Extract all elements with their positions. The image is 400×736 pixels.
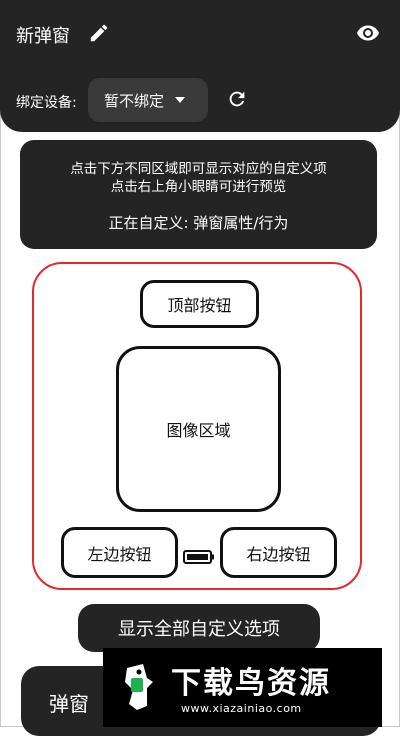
bottom-section-title: 弹窗 [49, 692, 89, 716]
image-region[interactable]: 图像区域 [116, 346, 281, 512]
bind-device-label: 绑定设备: [16, 95, 77, 111]
eye-icon[interactable] [355, 21, 381, 45]
device-dropdown-value: 暂不绑定 [104, 91, 165, 110]
battery-icon [183, 550, 214, 564]
watermark: 下载鸟资源 www.xiazainiao.com [103, 648, 382, 727]
show-all-options-button[interactable]: 显示全部自定义选项 [78, 604, 320, 652]
top-panel: 新弹窗 绑定设备: 暂不绑定 [0, 0, 400, 132]
popup-title: 新弹窗 [16, 26, 70, 47]
hint-text-1: 点击下方不同区域即可显示对应的自定义项 [70, 161, 327, 177]
right-button-region[interactable]: 右边按钮 [220, 527, 337, 578]
caret-down-icon [175, 97, 185, 103]
bird-logo-icon [125, 664, 153, 710]
hint-text-2: 点击右上角小眼睛可进行预览 [110, 179, 287, 195]
hint-card: 点击下方不同区域即可显示对应的自定义项 点击右上角小眼睛可进行预览 正在自定义:… [20, 140, 377, 249]
current-customizing-label: 正在自定义: 弹窗属性/行为 [108, 214, 289, 232]
watermark-url: www.xiazainiao.com [181, 702, 302, 715]
device-dropdown[interactable]: 暂不绑定 [88, 78, 208, 122]
refresh-icon[interactable] [226, 88, 248, 110]
pencil-icon[interactable] [88, 22, 110, 44]
watermark-brand: 下载鸟资源 [171, 666, 331, 701]
left-button-region[interactable]: 左边按钮 [61, 527, 178, 578]
top-button-region[interactable]: 顶部按钮 [140, 280, 259, 328]
